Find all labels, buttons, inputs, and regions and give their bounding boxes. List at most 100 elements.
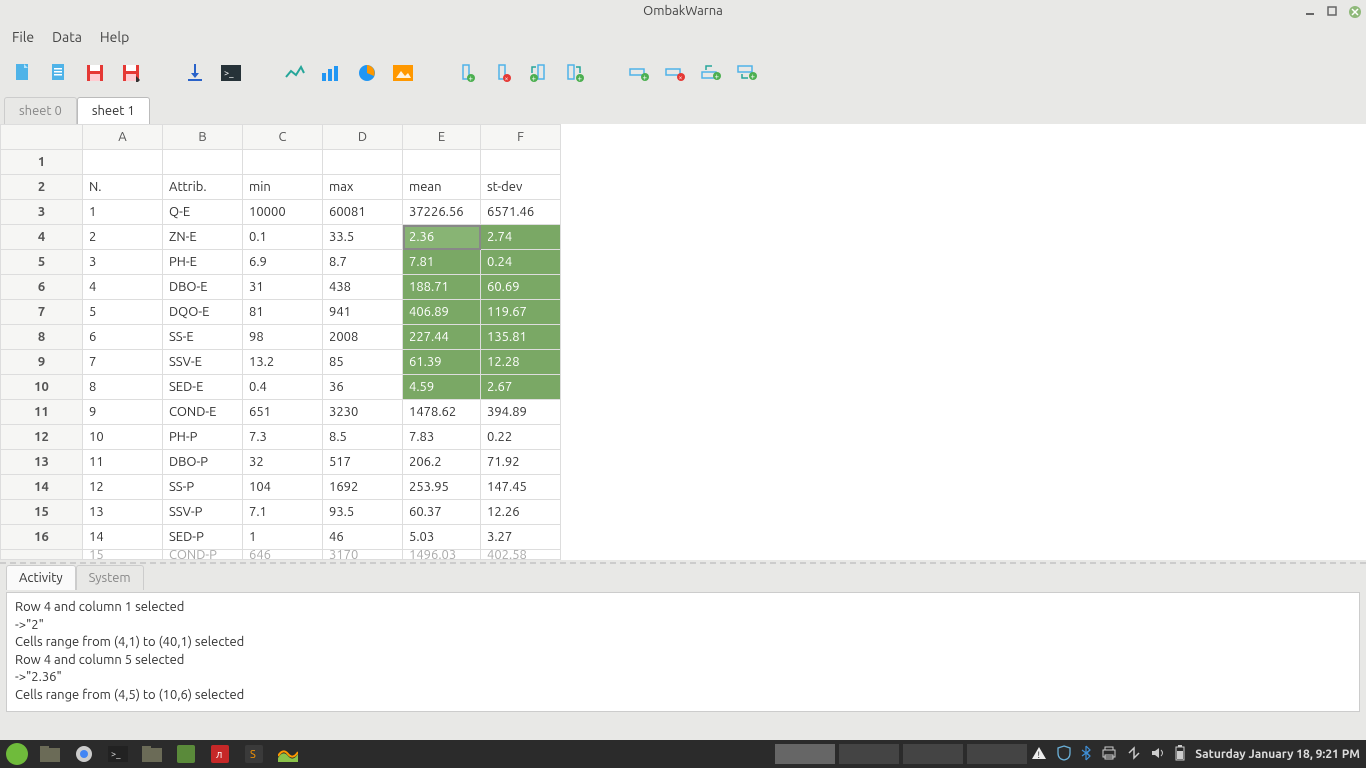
cell[interactable]: 7.3 xyxy=(243,425,323,450)
cell[interactable]: 11 xyxy=(83,450,163,475)
cell[interactable]: 8.7 xyxy=(323,250,403,275)
save-icon[interactable] xyxy=(84,62,106,84)
cell[interactable]: SSV-E xyxy=(163,350,243,375)
chrome-icon[interactable] xyxy=(70,744,98,764)
cell[interactable]: 941 xyxy=(323,300,403,325)
cell[interactable]: 119.67 xyxy=(481,300,561,325)
cell[interactable]: 98 xyxy=(243,325,323,350)
cell[interactable]: 36 xyxy=(323,375,403,400)
terminal-taskbar-icon[interactable]: >_ xyxy=(104,744,132,764)
row-header[interactable]: 7 xyxy=(1,300,83,325)
cell[interactable]: 81 xyxy=(243,300,323,325)
cell[interactable] xyxy=(481,150,561,175)
cell[interactable] xyxy=(243,150,323,175)
cell[interactable]: 3230 xyxy=(323,400,403,425)
add-row-icon[interactable]: + xyxy=(628,62,650,84)
save-as-icon[interactable] xyxy=(120,62,142,84)
cell[interactable]: Q-E xyxy=(163,200,243,225)
cell[interactable]: 517 xyxy=(323,450,403,475)
cell[interactable]: 188.71 xyxy=(403,275,481,300)
row-header[interactable]: 14 xyxy=(1,475,83,500)
remove-row-icon[interactable]: × xyxy=(664,62,686,84)
file-manager-icon[interactable] xyxy=(36,744,64,764)
cell[interactable]: 135.81 xyxy=(481,325,561,350)
cell[interactable]: 0.1 xyxy=(243,225,323,250)
cell[interactable]: 2.74 xyxy=(481,225,561,250)
cell[interactable]: min xyxy=(243,175,323,200)
cell[interactable]: 394.89 xyxy=(481,400,561,425)
cell[interactable]: COND-E xyxy=(163,400,243,425)
menu-file[interactable]: File xyxy=(12,29,34,45)
cell[interactable]: 61.39 xyxy=(403,350,481,375)
cell[interactable]: 8.5 xyxy=(323,425,403,450)
cell[interactable] xyxy=(83,150,163,175)
cell[interactable]: 6571.46 xyxy=(481,200,561,225)
insert-row-above-icon[interactable]: + xyxy=(700,62,722,84)
row-header[interactable]: 13 xyxy=(1,450,83,475)
cell[interactable]: 406.89 xyxy=(403,300,481,325)
cell[interactable] xyxy=(163,150,243,175)
cell[interactable]: 7 xyxy=(83,350,163,375)
row-header[interactable]: 16 xyxy=(1,525,83,550)
row-header[interactable]: 5 xyxy=(1,250,83,275)
mint-menu-icon[interactable] xyxy=(172,744,200,764)
import-icon[interactable] xyxy=(184,62,206,84)
cell[interactable]: 2.36 xyxy=(403,225,481,250)
cell[interactable]: SS-E xyxy=(163,325,243,350)
printer-icon[interactable] xyxy=(1101,746,1117,763)
row-header[interactable]: 11 xyxy=(1,400,83,425)
taskbar-panel[interactable] xyxy=(839,744,899,764)
cell[interactable]: 206.2 xyxy=(403,450,481,475)
terminal-icon[interactable]: >_ xyxy=(220,62,242,84)
cell[interactable]: max xyxy=(323,175,403,200)
cell[interactable]: st-dev xyxy=(481,175,561,200)
cell[interactable]: 2 xyxy=(83,225,163,250)
column-header[interactable]: C xyxy=(243,125,323,150)
row-header[interactable]: 8 xyxy=(1,325,83,350)
cell[interactable]: 227.44 xyxy=(403,325,481,350)
cell[interactable]: 7.1 xyxy=(243,500,323,525)
close-icon[interactable] xyxy=(1348,5,1360,17)
bar-chart-icon[interactable] xyxy=(320,62,342,84)
cell[interactable]: 10 xyxy=(83,425,163,450)
cell[interactable]: DBO-P xyxy=(163,450,243,475)
cell[interactable]: 1478.62 xyxy=(403,400,481,425)
cell[interactable]: 10000 xyxy=(243,200,323,225)
cell[interactable]: Attrib. xyxy=(163,175,243,200)
menu-help[interactable]: Help xyxy=(100,29,129,45)
tab-system[interactable]: System xyxy=(76,565,144,590)
new-file-icon[interactable] xyxy=(12,62,34,84)
cell[interactable]: 9 xyxy=(83,400,163,425)
insert-row-below-icon[interactable]: + xyxy=(736,62,758,84)
cell[interactable]: 1 xyxy=(243,525,323,550)
cell[interactable]: 104 xyxy=(243,475,323,500)
maximize-icon[interactable] xyxy=(1326,5,1338,17)
cell[interactable]: 60.69 xyxy=(481,275,561,300)
cell[interactable]: 4 xyxy=(83,275,163,300)
row-header[interactable]: 6 xyxy=(1,275,83,300)
column-header[interactable]: F xyxy=(481,125,561,150)
cell[interactable]: 0.22 xyxy=(481,425,561,450)
cell[interactable]: 31 xyxy=(243,275,323,300)
cell[interactable] xyxy=(403,150,481,175)
cell[interactable]: 1 xyxy=(83,200,163,225)
sublime-icon[interactable]: S xyxy=(240,744,268,764)
cell[interactable]: 8 xyxy=(83,375,163,400)
spreadsheet-grid[interactable]: A B C D E F 12N.Attrib.minmaxmeanst-dev3… xyxy=(0,124,1366,560)
cell[interactable]: mean xyxy=(403,175,481,200)
insert-column-right-icon[interactable]: + xyxy=(564,62,586,84)
cell[interactable]: 46 xyxy=(323,525,403,550)
cell[interactable]: 71.92 xyxy=(481,450,561,475)
minimize-icon[interactable] xyxy=(1304,5,1316,17)
app-icon-red[interactable]: л xyxy=(206,744,234,764)
cell[interactable]: 147.45 xyxy=(481,475,561,500)
taskbar-panel[interactable] xyxy=(903,744,963,764)
cell[interactable]: 2008 xyxy=(323,325,403,350)
menu-data[interactable]: Data xyxy=(52,29,82,45)
row-header[interactable]: 10 xyxy=(1,375,83,400)
cell[interactable]: 5.03 xyxy=(403,525,481,550)
row-header[interactable]: 12 xyxy=(1,425,83,450)
shield-icon[interactable] xyxy=(1057,745,1071,764)
cell[interactable]: 7.83 xyxy=(403,425,481,450)
row-header[interactable]: 1 xyxy=(1,150,83,175)
